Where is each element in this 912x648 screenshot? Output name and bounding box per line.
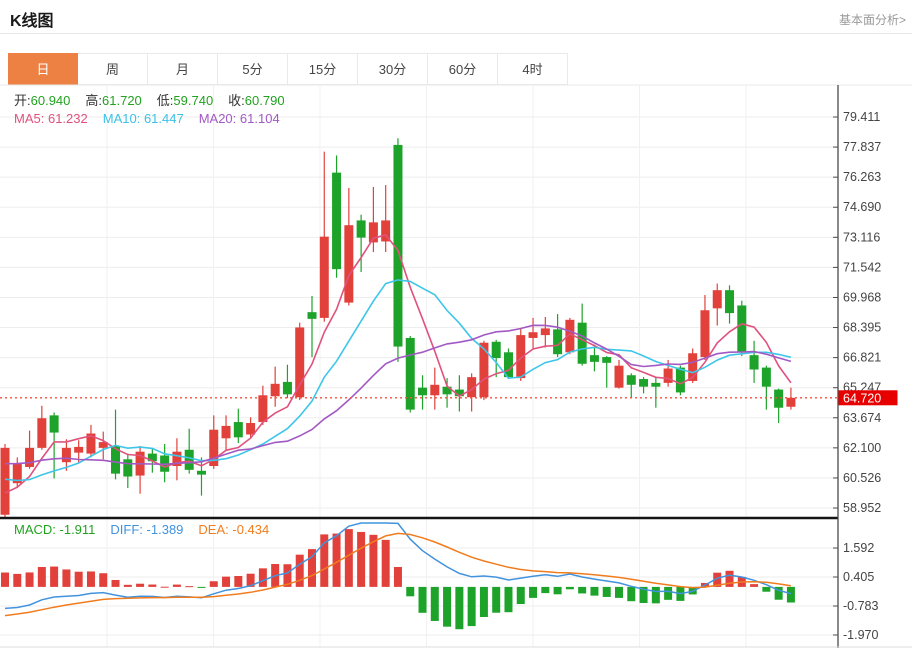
svg-text:0.405: 0.405	[843, 570, 874, 584]
svg-text:71.542: 71.542	[843, 260, 881, 274]
svg-text:-0.783: -0.783	[843, 599, 878, 613]
svg-text:69.968: 69.968	[843, 290, 881, 304]
svg-text:62.100: 62.100	[843, 441, 881, 455]
low-value: 59.740	[173, 93, 213, 108]
open-value: 60.940	[31, 93, 71, 108]
ma5-value: 61.232	[48, 111, 88, 126]
open-label: 开:	[14, 93, 31, 108]
dea-label: DEA:	[198, 522, 228, 537]
svg-text:79.411: 79.411	[843, 110, 880, 124]
high-value: 61.720	[102, 93, 142, 108]
high-label: 高:	[85, 93, 102, 108]
low-label: 低:	[157, 93, 174, 108]
close-value: 60.790	[245, 93, 285, 108]
macd-group	[1, 523, 795, 629]
svg-text:63.674: 63.674	[843, 411, 881, 425]
ma20-label: MA20:	[199, 111, 237, 126]
svg-text:-1.970: -1.970	[843, 628, 878, 642]
diff-label: DIFF:	[110, 522, 143, 537]
dea-value: -0.434	[232, 522, 269, 537]
macd-label: MACD:	[14, 522, 56, 537]
svg-text:68.395: 68.395	[843, 321, 881, 335]
svg-text:73.116: 73.116	[843, 230, 880, 244]
ma10-label: MA10:	[103, 111, 141, 126]
macd-legend: MACD: -1.911 DIFF: -1.389 DEA: -0.434	[14, 522, 284, 537]
ohlc-legend: 开:60.940 高:61.720 低:59.740 收:60.790	[14, 90, 300, 109]
macd-value: -1.911	[60, 522, 96, 537]
diff-value: -1.389	[147, 522, 184, 537]
svg-text:64.720: 64.720	[843, 391, 881, 405]
ma-legend: MA5: 61.232 MA10: 61.447 MA20: 61.104	[14, 111, 295, 126]
current-price-badge: 64.720	[839, 390, 898, 405]
ma20-value: 61.104	[240, 111, 280, 126]
svg-text:58.952: 58.952	[843, 501, 881, 515]
gridlines	[0, 86, 838, 647]
svg-text:74.690: 74.690	[843, 200, 881, 214]
ma5-label: MA5:	[14, 111, 44, 126]
price-axis-labels: 79.411 77.837 76.263 74.690 73.116 71.542 69.9…	[833, 110, 881, 515]
svg-text:77.837: 77.837	[843, 140, 881, 154]
svg-text:1.592: 1.592	[843, 541, 874, 555]
close-label: 收:	[228, 93, 245, 108]
svg-text:66.821: 66.821	[843, 351, 881, 365]
macd-axis-labels: 1.592 0.405 -0.783 -1.970	[833, 541, 878, 642]
ma10-value: 61.447	[144, 111, 184, 126]
svg-text:76.263: 76.263	[843, 170, 881, 184]
svg-text:60.526: 60.526	[843, 471, 881, 485]
